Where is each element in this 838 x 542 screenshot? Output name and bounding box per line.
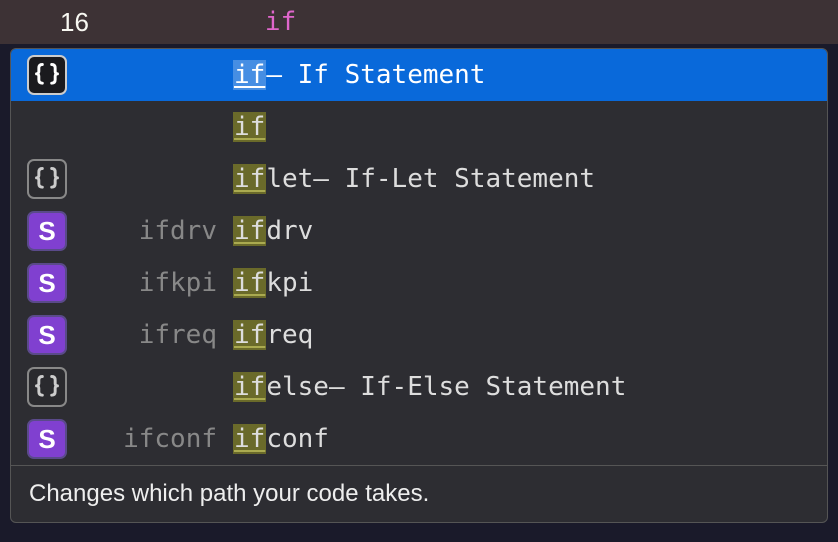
typed-keyword: if: [265, 7, 296, 37]
completion-suffix: let: [266, 164, 313, 194]
autocomplete-item[interactable]: Sifconfifconf: [11, 413, 827, 465]
match-highlight: if: [233, 216, 266, 246]
completion-desc: – If-Else Statement: [329, 372, 626, 402]
autocomplete-item[interactable]: if – If Statement: [11, 49, 827, 101]
completion-suffix: drv: [266, 216, 313, 246]
module-label: ifreq: [77, 320, 217, 350]
struct-icon: S: [27, 419, 67, 459]
completion-label: if: [233, 112, 266, 142]
documentation-panel: Changes which path your code takes.: [11, 465, 827, 522]
completion-label: ifelse – If-Else Statement: [233, 372, 626, 402]
autocomplete-list: if – If Statementififlet – If-Let Statem…: [11, 49, 827, 465]
match-highlight: if: [233, 424, 266, 454]
autocomplete-item[interactable]: if: [11, 101, 827, 153]
completion-label: if – If Statement: [233, 60, 485, 90]
struct-icon: S: [27, 315, 67, 355]
autocomplete-popup: if – If Statementififlet – If-Let Statem…: [10, 48, 828, 523]
completion-label: ifreq: [233, 320, 313, 350]
completion-suffix: else: [266, 372, 329, 402]
match-highlight: if: [233, 112, 266, 142]
completion-desc: – If-Let Statement: [313, 164, 595, 194]
match-highlight: if: [233, 164, 266, 194]
braces-icon: [27, 55, 67, 95]
match-highlight: if: [233, 372, 266, 402]
completion-suffix: kpi: [266, 268, 313, 298]
match-highlight: if: [233, 320, 266, 350]
completion-label: ifkpi: [233, 268, 313, 298]
autocomplete-item[interactable]: iflet – If-Let Statement: [11, 153, 827, 205]
braces-icon: [27, 367, 67, 407]
completion-suffix: conf: [266, 424, 329, 454]
struct-icon: S: [27, 263, 67, 303]
completion-label: ifdrv: [233, 216, 313, 246]
module-label: ifkpi: [77, 268, 217, 298]
match-highlight: if: [233, 60, 266, 90]
autocomplete-item[interactable]: Sifreqifreq: [11, 309, 827, 361]
completion-suffix: req: [266, 320, 313, 350]
completion-label: iflet – If-Let Statement: [233, 164, 595, 194]
line-number: 16: [60, 7, 89, 38]
editor-line: 16 if: [0, 0, 838, 44]
module-label: ifconf: [77, 424, 217, 454]
completion-desc: – If Statement: [266, 60, 485, 90]
match-highlight: if: [233, 268, 266, 298]
module-label: ifdrv: [77, 216, 217, 246]
autocomplete-item[interactable]: Sifkpiifkpi: [11, 257, 827, 309]
autocomplete-item[interactable]: ifelse – If-Else Statement: [11, 361, 827, 413]
autocomplete-item[interactable]: Sifdrvifdrv: [11, 205, 827, 257]
braces-icon: [27, 159, 67, 199]
struct-icon: S: [27, 211, 67, 251]
empty-icon: [27, 107, 67, 147]
completion-label: ifconf: [233, 424, 329, 454]
